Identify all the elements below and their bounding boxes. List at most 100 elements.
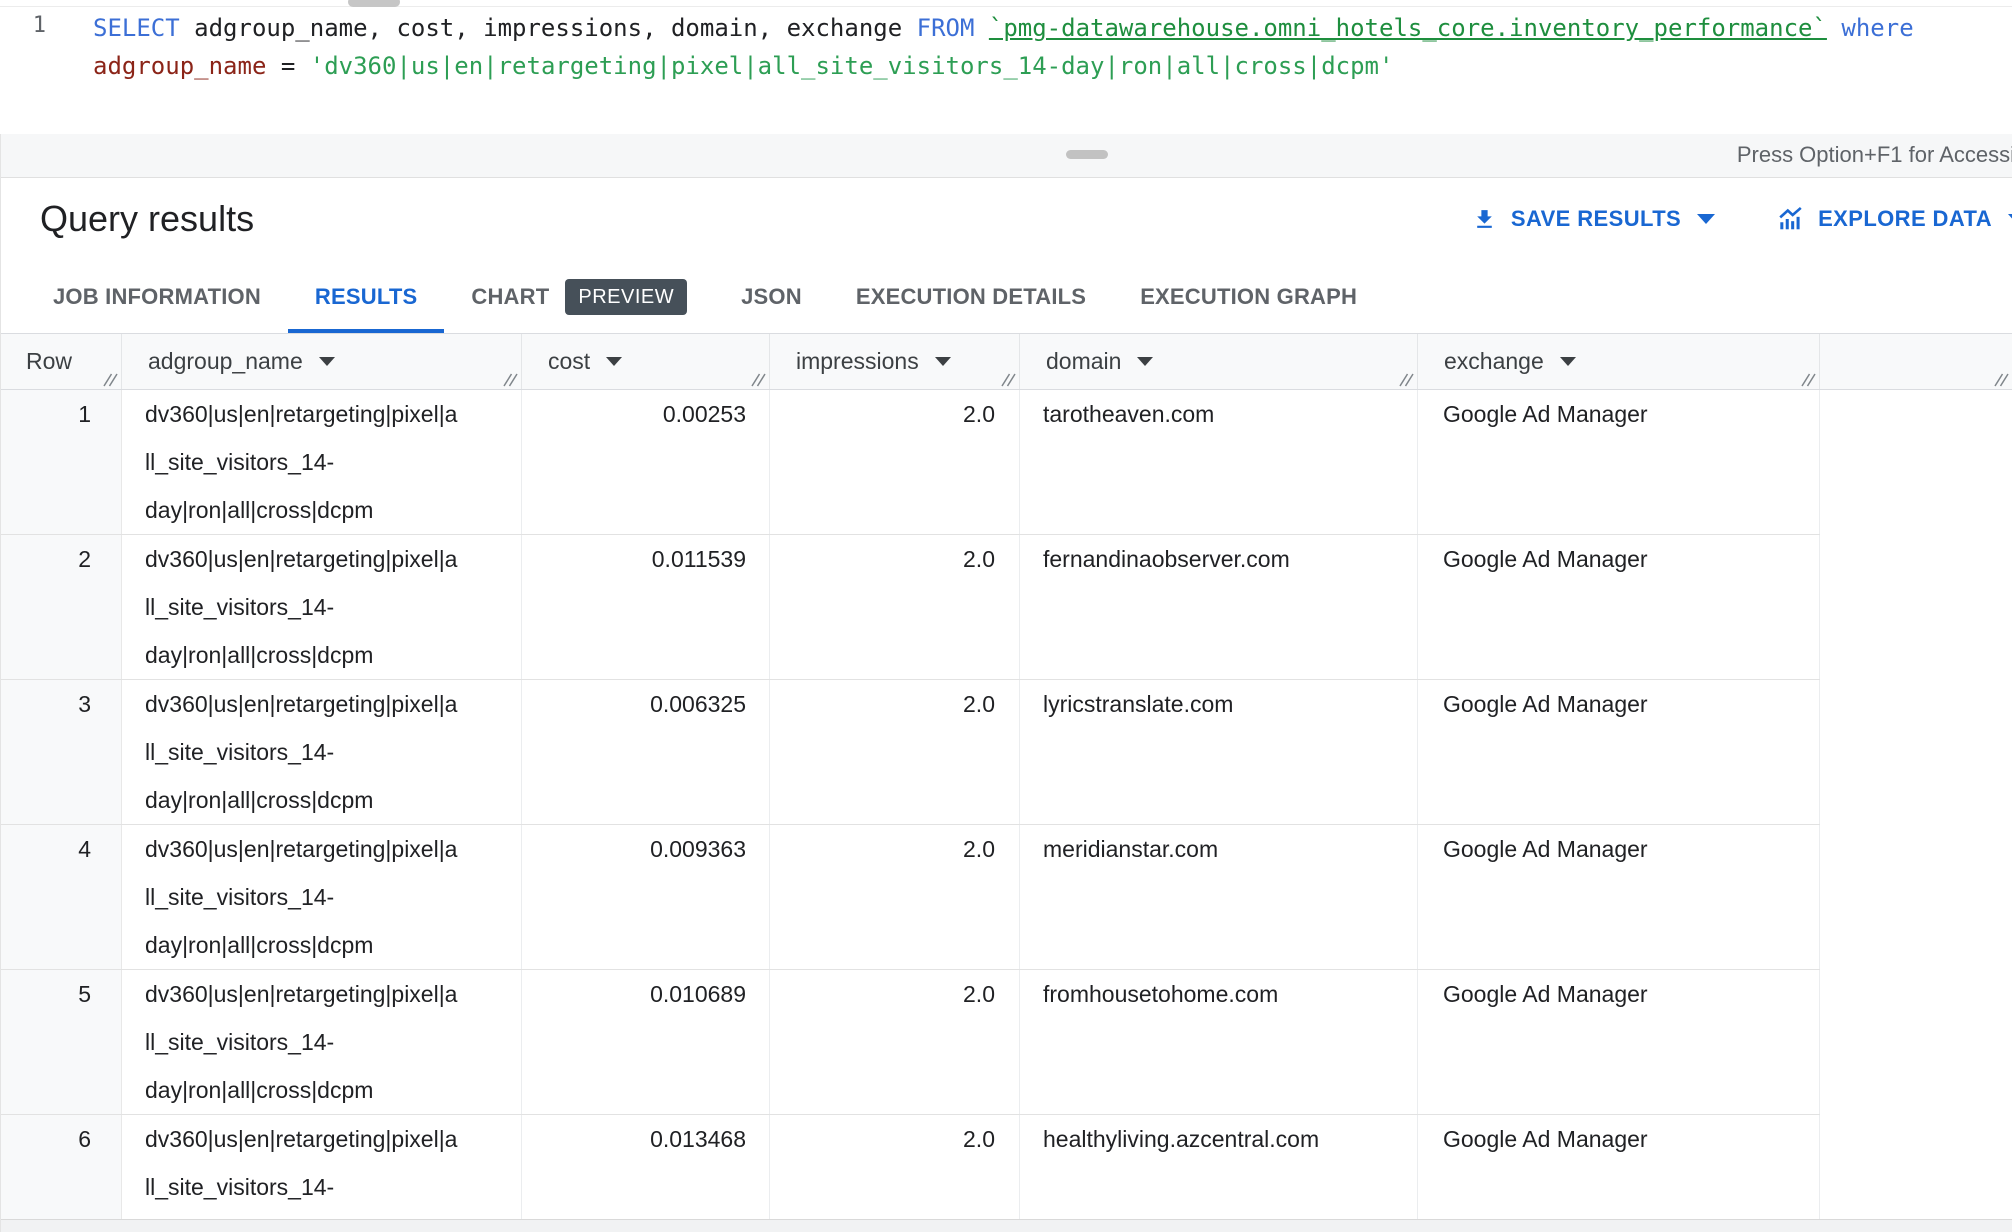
sql-code-line: adgroup_name = 'dv360|us|en|retargeting|… (93, 47, 1914, 85)
row-number-cell: 5 (0, 970, 122, 1114)
adgroup-name-line: ll_site_visitors_14- (145, 583, 505, 631)
tab-label: JSON (741, 284, 802, 310)
splitter-drag-handle-icon[interactable] (1066, 150, 1108, 159)
column-resize-handle-icon[interactable] (1801, 372, 1816, 387)
results-table: Row adgroup_name cost impressions domain exch… (0, 334, 2012, 1232)
cost-cell: 0.010689 (522, 970, 770, 1114)
query-results-header: Query results SAVE RESULTS (0, 178, 2012, 260)
table-header-row: Row adgroup_name cost impressions domain exch… (0, 334, 2012, 390)
table-row: 4dv360|us|en|retargeting|pixel|all_site_… (0, 825, 1820, 970)
table-row: 6dv360|us|en|retargeting|pixel|all_site_… (0, 1115, 1820, 1232)
column-header-label: cost (548, 348, 590, 375)
column-header-label: impressions (796, 348, 919, 375)
column-header-row[interactable]: Row (0, 334, 122, 389)
sql-code[interactable]: SELECT adgroup_name, cost, impressions, … (93, 9, 1914, 85)
domain-cell: fromhousetohome.com (1020, 970, 1418, 1114)
accessibility-hint: Press Option+F1 for Accessi (1737, 134, 2012, 178)
sql-token-keyword: SELECT (93, 14, 180, 42)
sort-arrow-icon[interactable] (606, 357, 622, 366)
sort-arrow-icon[interactable] (319, 357, 335, 366)
adgroup-name-line: day|ron|all|cross|dcpm (145, 486, 505, 534)
tab-execution-details[interactable]: EXECUTION DETAILS (829, 260, 1113, 333)
cost-cell: 0.009363 (522, 825, 770, 969)
cost-cell: 0.00253 (522, 390, 770, 534)
save-results-label: SAVE RESULTS (1511, 206, 1681, 232)
column-header-label: exchange (1444, 348, 1544, 375)
adgroup-name-line: ll_site_visitors_14- (145, 438, 505, 486)
explore-data-label: EXPLORE DATA (1818, 206, 1992, 232)
column-header-adgroup_name[interactable]: adgroup_name (122, 334, 522, 389)
adgroup-name-cell: dv360|us|en|retargeting|pixel|all_site_v… (122, 680, 522, 824)
exchange-cell: Google Ad Manager (1418, 680, 1820, 824)
cost-cell: 0.011539 (522, 535, 770, 679)
sql-token-plain: adgroup_name, cost, impressions, domain,… (180, 14, 917, 42)
domain-cell: lyricstranslate.com (1020, 680, 1418, 824)
tab-results[interactable]: RESULTS (288, 260, 444, 333)
tab-label: EXECUTION DETAILS (856, 284, 1086, 310)
preview-badge: PREVIEW (565, 279, 687, 315)
impressions-cell: 2.0 (770, 535, 1020, 679)
column-resize-handle-icon[interactable] (751, 372, 766, 387)
editor-scrollbar-thumb[interactable] (348, 0, 400, 7)
sort-arrow-icon[interactable] (935, 357, 951, 366)
row-number-cell: 4 (0, 825, 122, 969)
exchange-cell: Google Ad Manager (1418, 535, 1820, 679)
tab-job-information[interactable]: JOB INFORMATION (26, 260, 288, 333)
impressions-cell: 2.0 (770, 1115, 1020, 1232)
sort-arrow-icon[interactable] (1560, 357, 1576, 366)
adgroup-name-cell: dv360|us|en|retargeting|pixel|all_site_v… (122, 1115, 522, 1232)
page-title: Query results (40, 198, 254, 240)
adgroup-name-line: dv360|us|en|retargeting|pixel|a (145, 390, 505, 438)
cost-cell: 0.006325 (522, 680, 770, 824)
column-resize-handle-icon[interactable] (503, 372, 518, 387)
row-number-cell: 6 (0, 1115, 122, 1232)
sql-editor[interactable]: 1 SELECT adgroup_name, cost, impressions… (0, 0, 2012, 134)
bigquery-query-results-screen: 1 SELECT adgroup_name, cost, impressions… (0, 0, 2012, 1232)
column-resize-handle-icon[interactable] (1399, 372, 1414, 387)
column-resize-handle-icon[interactable] (1001, 372, 1016, 387)
explore-data-button[interactable]: EXPLORE DATA (1777, 206, 2012, 232)
sql-table-reference-link[interactable]: `pmg-datawarehouse.omni_hotels_core.inve… (989, 14, 1827, 42)
exchange-cell: Google Ad Manager (1418, 390, 1820, 534)
adgroup-name-line: day|ron|all|cross|dcpm (145, 631, 505, 679)
column-header-label: adgroup_name (148, 348, 303, 375)
impressions-cell: 2.0 (770, 970, 1020, 1114)
sql-token-plain: = (266, 52, 309, 80)
domain-cell: fernandinaobserver.com (1020, 535, 1418, 679)
tab-execution-graph[interactable]: EXECUTION GRAPH (1113, 260, 1384, 333)
column-resize-handle-icon[interactable] (103, 372, 118, 387)
sql-token-keyword: where (1841, 14, 1913, 42)
impressions-cell: 2.0 (770, 825, 1020, 969)
adgroup-name-line: day|ron|all|cross|dcpm (145, 921, 505, 969)
adgroup-name-line: dv360|us|en|retargeting|pixel|a (145, 535, 505, 583)
chart-icon (1777, 206, 1804, 232)
column-header-domain[interactable]: domain (1020, 334, 1418, 389)
impressions-cell: 2.0 (770, 680, 1020, 824)
sql-code-line: SELECT adgroup_name, cost, impressions, … (93, 9, 1914, 47)
domain-cell: tarotheaven.com (1020, 390, 1418, 534)
row-number-cell: 3 (0, 680, 122, 824)
sql-token-plain (1827, 14, 1841, 42)
column-header-filler (1820, 334, 2012, 389)
cost-cell: 0.013468 (522, 1115, 770, 1232)
caret-down-icon (1697, 214, 1715, 224)
row-number-cell: 2 (0, 535, 122, 679)
table-row: 2 dv360|us|en|retargeting|pixel|all_site_… (0, 535, 1820, 680)
sort-arrow-icon[interactable] (1137, 357, 1153, 366)
domain-cell: healthyliving.azcentral.com (1020, 1115, 1418, 1232)
column-resize-handle-icon[interactable] (1994, 372, 2009, 387)
tab-chart[interactable]: CHARTPREVIEW (444, 260, 714, 333)
tab-label: RESULTS (315, 284, 417, 310)
column-header-cost[interactable]: cost (522, 334, 770, 389)
adgroup-name-line: day|ron|all|cross|dcpm (145, 776, 505, 824)
adgroup-name-line: ll_site_visitors_14- (145, 728, 505, 776)
column-header-label: Row (26, 348, 72, 375)
table-footer-bar (0, 1219, 2012, 1232)
tab-json[interactable]: JSON (714, 260, 829, 333)
column-header-impressions[interactable]: impressions (770, 334, 1020, 389)
adgroup-name-line: dv360|us|en|retargeting|pixel|a (145, 680, 505, 728)
column-header-exchange[interactable]: exchange (1418, 334, 1820, 389)
adgroup-name-cell: dv360|us|en|retargeting|pixel|all_site_v… (122, 825, 522, 969)
save-results-button[interactable]: SAVE RESULTS (1472, 206, 1715, 232)
line-number: 1 (0, 13, 46, 38)
